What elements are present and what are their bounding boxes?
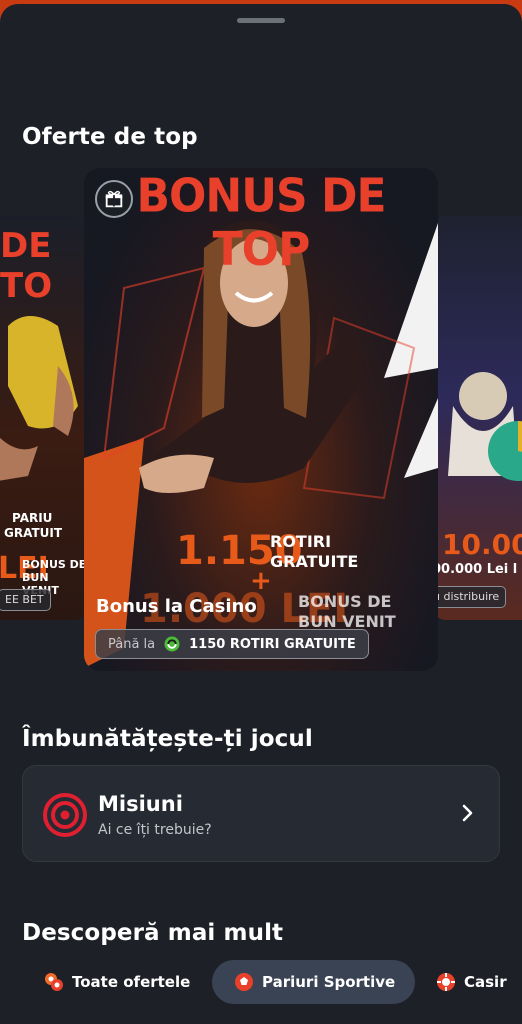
tab-casino[interactable]: Casir [436, 960, 507, 1004]
offer-card-left[interactable]: DE TO PARIU GRATUIT LEI BONUS DE BUN VEN… [0, 216, 88, 620]
left-card-pill: EE BET [0, 589, 51, 611]
offer-title: Bonus la Casino [96, 596, 257, 617]
bottom-sheet: Oferte de top DE TO PARIU GRATUIT LEI BO… [0, 4, 522, 1024]
offer-pill-value: 1150 ROTIRI GRATUITE [189, 636, 356, 652]
missions-card[interactable]: Misiuni Ai ce îți trebuie? [22, 765, 500, 862]
athlete-figure [0, 316, 78, 481]
left-card-line1: PARIU [12, 511, 53, 525]
offer-card-right[interactable]: 10.000 00.000 Lei l u distribuire [432, 216, 522, 620]
left-card-line2: GRATUIT [4, 526, 63, 540]
right-card-sub: 00.000 Lei l [432, 562, 518, 577]
offer-pill: Până la 1150 ROTIRI GRATUITE [95, 629, 369, 659]
offer-pill-label: Până la [108, 636, 156, 652]
casino-chip-icon [437, 973, 455, 991]
tab-all-offers[interactable]: Toate ofertele [44, 960, 190, 1004]
section-title-top-offers: Oferte de top [22, 124, 198, 150]
promo-bonus-label-1: BONUS DE [298, 592, 392, 611]
zeus-figure [448, 372, 522, 481]
promo-spins-label-1: ROTIRI [270, 532, 332, 551]
tab-casino-label: Casir [464, 973, 507, 991]
tab-sports-betting[interactable]: Pariuri Sportive [212, 960, 416, 1004]
offers-icon [45, 973, 63, 991]
drag-handle[interactable] [237, 18, 285, 23]
right-card-pill: u distribuire [432, 586, 507, 608]
promo-headline: BONUS DE TOP [136, 169, 386, 277]
tab-all-offers-label: Toate ofertele [72, 973, 191, 991]
chevron-right-icon [462, 804, 473, 822]
missions-subtitle: Ai ce îți trebuie? [98, 822, 212, 838]
promo-spins-label-2: GRATUITE [270, 552, 359, 571]
tab-sports-betting-label: Pariuri Sportive [262, 973, 396, 991]
section-title-improve: Îmbunătățește-ți jocul [22, 726, 313, 752]
soccer-ball-icon [235, 973, 253, 991]
left-card-bonus1: BONUS DE [22, 558, 87, 571]
section-title-discover: Descoperă mai mult [22, 920, 284, 946]
offer-card-main[interactable]: BONUS DE TOP 1.150 ROTIRI GRATUITE + 1.0… [84, 168, 438, 671]
target-icon [43, 793, 87, 837]
spins-icon [164, 636, 180, 652]
right-card-amount: 10.000 [442, 528, 522, 561]
missions-title: Misiuni [98, 792, 183, 816]
